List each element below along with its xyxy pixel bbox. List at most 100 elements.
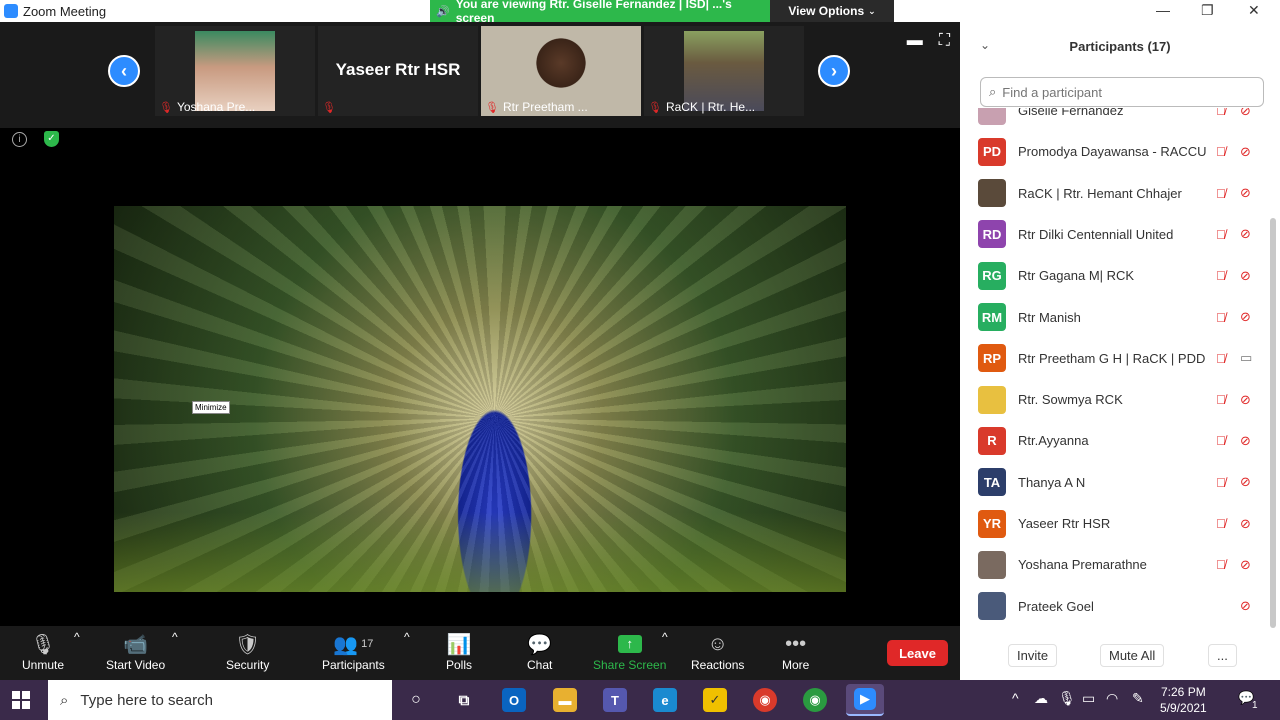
video-off-icon[interactable]: ⊘	[1240, 226, 1251, 242]
fullscreen-icon[interactable]: ⛶	[939, 32, 950, 50]
video-off-icon[interactable]: ⊘	[1240, 268, 1251, 284]
mic-off-icon: 🎙	[648, 101, 662, 114]
video-tile[interactable]: Yaseer Rtr HSR 🎙	[318, 26, 478, 116]
battery-icon[interactable]: ▭	[1082, 690, 1095, 707]
participant-row[interactable]: Giselle Fernandez 🎙̸ ⊘	[960, 108, 1270, 131]
tray-overflow-icon[interactable]: ^	[1012, 690, 1019, 706]
video-off-icon[interactable]: ⊘	[1240, 557, 1251, 573]
video-on-icon[interactable]: ▭	[1240, 350, 1252, 366]
unmute-label: Unmute	[22, 658, 65, 672]
wifi-icon[interactable]: ◠	[1106, 690, 1118, 707]
avatar: RP	[978, 344, 1006, 373]
participants-button[interactable]: 👥 17 Participants	[322, 630, 385, 673]
participant-list-scrollbar[interactable]	[1270, 218, 1276, 628]
outlook-icon[interactable]: O	[502, 688, 526, 712]
participant-row[interactable]: RP Rtr Preetham G H | RaCK | PDD 🎙̸ ▭	[960, 338, 1270, 379]
participant-row[interactable]: RaCK | Rtr. Hemant Chhajer 🎙̸ ⊘	[960, 173, 1270, 214]
participant-row[interactable]: YR Yaseer Rtr HSR 🎙̸ ⊘	[960, 503, 1270, 544]
chrome-profile-icon[interactable]: ◉	[803, 688, 827, 712]
panel-more-button[interactable]: ...	[1208, 644, 1237, 667]
participant-row[interactable]: RG Rtr Gagana M| RCK 🎙̸ ⊘	[960, 255, 1270, 296]
security-button[interactable]: 🛡 Security	[226, 630, 269, 673]
leave-button[interactable]: Leave	[887, 640, 948, 666]
mic-off-icon[interactable]: 🎙̸	[1216, 310, 1226, 325]
participant-row[interactable]: R Rtr.Ayyanna 🎙̸ ⊘	[960, 420, 1270, 461]
video-off-icon[interactable]: ⊘	[1240, 144, 1251, 160]
video-off-icon[interactable]: ⊘	[1240, 598, 1251, 614]
mic-off-icon[interactable]: 🎙̸	[1216, 433, 1226, 448]
invite-button[interactable]: Invite	[1008, 644, 1058, 667]
polls-button[interactable]: 📊 Polls	[446, 630, 472, 673]
participant-row[interactable]: TA Thanya A N 🎙̸ ⊘	[960, 462, 1270, 503]
chat-button[interactable]: 💬 Chat	[527, 630, 552, 673]
start-video-button[interactable]: 📹 Start Video	[106, 630, 165, 673]
file-explorer-icon[interactable]: ▬	[553, 688, 577, 712]
video-off-icon[interactable]: ⊘	[1240, 108, 1251, 119]
mic-off-icon[interactable]: 🎙̸	[1216, 108, 1226, 118]
mic-off-icon[interactable]: 🎙̸	[1216, 227, 1226, 242]
zoom-taskbar-icon[interactable]: ▶	[846, 684, 884, 716]
next-page-button[interactable]: ›	[818, 55, 850, 87]
video-tile[interactable]: 🎙 Yoshana Pre...	[155, 26, 315, 116]
unmute-button[interactable]: 🎙 Unmute	[22, 630, 65, 673]
reactions-button[interactable]: ☺ Reactions	[691, 630, 744, 673]
teams-icon[interactable]: T	[603, 688, 627, 712]
video-off-icon[interactable]: ⊘	[1240, 516, 1251, 532]
mic-off-icon[interactable]: 🎙̸	[1216, 516, 1226, 531]
windows-start-icon[interactable]	[12, 691, 30, 709]
participant-row[interactable]: Prateek Goel ⊘	[960, 586, 1270, 627]
mic-off-icon[interactable]: 🎙̸	[1216, 392, 1226, 407]
participant-row[interactable]: PD Promodya Dayawansa - RACCU 🎙̸ ⊘	[960, 131, 1270, 172]
participant-search-input[interactable]	[1002, 84, 1243, 100]
video-options-caret[interactable]: ^	[172, 630, 178, 644]
mic-tray-icon[interactable]: 🎙	[1058, 690, 1076, 707]
maximize-button[interactable]: ❐	[1201, 2, 1214, 19]
video-off-icon[interactable]: ⊘	[1240, 474, 1251, 490]
audio-options-caret[interactable]: ^	[74, 630, 80, 644]
video-tile[interactable]: 🎙 Rtr Preetham ...	[481, 26, 641, 116]
system-clock[interactable]: 7:26 PM 5/9/2021	[1160, 684, 1207, 716]
taskbar-search[interactable]: ⌕ Type here to search	[48, 680, 392, 720]
participant-row[interactable]: Yoshana Premarathne 🎙̸ ⊘	[960, 544, 1270, 585]
participant-row[interactable]: RD Rtr Dilki Centenniall United 🎙̸ ⊘	[960, 214, 1270, 255]
info-icon[interactable]: i	[12, 132, 27, 147]
share-screen-button[interactable]: ↑ Share Screen	[593, 630, 666, 672]
encryption-shield-icon[interactable]: ✓	[44, 131, 59, 147]
minimize-button[interactable]: —	[1156, 2, 1170, 18]
mic-off-icon[interactable]: 🎙̸	[1216, 268, 1226, 283]
layout-icon[interactable]: ▬	[907, 32, 923, 50]
participant-search[interactable]: ⌕	[980, 77, 1264, 107]
mic-off-icon[interactable]: 🎙̸	[1216, 351, 1226, 366]
cortana-icon[interactable]: ○	[404, 688, 428, 712]
participant-row[interactable]: Rtr. Sowmya RCK 🎙̸ ⊘	[960, 379, 1270, 420]
mic-off-icon[interactable]: 🎙̸	[1216, 186, 1226, 201]
norton-icon[interactable]: ✓	[703, 688, 727, 712]
task-view-icon[interactable]: ⧉	[452, 688, 476, 712]
chrome-icon[interactable]: ◉	[753, 688, 777, 712]
internet-explorer-icon[interactable]: e	[653, 688, 677, 712]
onedrive-icon[interactable]: ☁	[1034, 690, 1048, 707]
view-options-button[interactable]: View Options ⌄	[770, 0, 894, 22]
previous-page-button[interactable]: ‹	[108, 55, 140, 87]
participants-options-caret[interactable]: ^	[404, 630, 410, 644]
pen-icon[interactable]: ✎	[1132, 690, 1144, 707]
video-off-icon: 📹	[123, 633, 149, 656]
video-off-icon[interactable]: ⊘	[1240, 392, 1251, 408]
mute-all-button[interactable]: Mute All	[1100, 644, 1165, 667]
video-off-icon[interactable]: ⊘	[1240, 185, 1251, 201]
video-off-icon[interactable]: ⊘	[1240, 433, 1251, 449]
viewing-banner: 🔊 You are viewing Rtr. Giselle Fernandez…	[430, 0, 770, 25]
mic-off-icon[interactable]: 🎙̸	[1216, 557, 1226, 572]
clock-time: 7:26 PM	[1161, 685, 1206, 699]
mic-off-icon[interactable]: 🎙̸	[1216, 144, 1226, 159]
more-button[interactable]: ••• More	[782, 630, 809, 673]
share-options-caret[interactable]: ^	[662, 630, 668, 644]
windows-taskbar: ⌕ Type here to search ○ ⧉ O ▬ T e ✓ ◉ ◉ …	[0, 680, 1280, 720]
participant-row[interactable]: RM Rtr Manish 🎙̸ ⊘	[960, 297, 1270, 338]
video-tile[interactable]: 🎙 RaCK | Rtr. He...	[644, 26, 804, 116]
tile-name: RaCK | Rtr. He...	[665, 100, 756, 114]
video-off-icon[interactable]: ⊘	[1240, 309, 1251, 325]
close-button[interactable]: ✕	[1248, 2, 1260, 19]
speaker-icon: 🔊	[436, 5, 450, 18]
mic-off-icon[interactable]: 🎙̸	[1216, 475, 1226, 490]
